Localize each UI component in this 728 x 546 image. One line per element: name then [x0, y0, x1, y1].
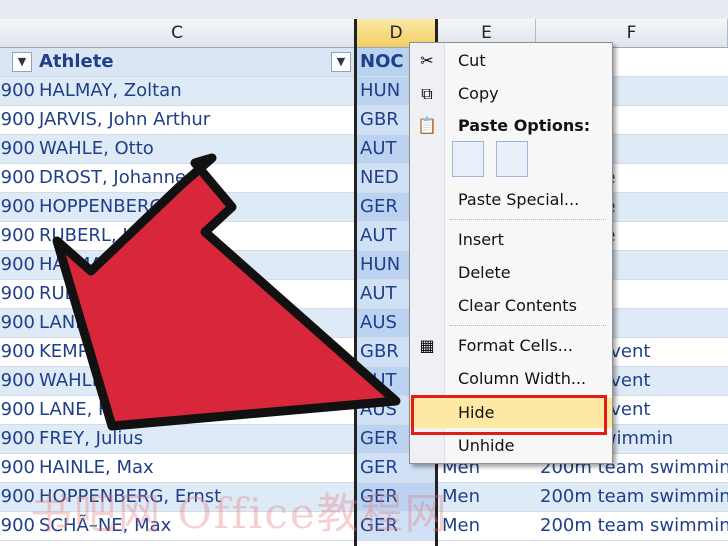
menu-item-column-width[interactable]: Column Width...: [410, 364, 612, 394]
cell-year[interactable]: 900: [0, 309, 35, 337]
toolbar-strip: [0, 0, 728, 20]
table-row: 900WAHLE, OttoAUTreestyle: [0, 135, 728, 164]
cell-athlete[interactable]: HALMAY, Zoltan: [35, 251, 355, 279]
cell-gender[interactable]: Men: [438, 512, 534, 540]
table-row: 900RUBERL, KarlAUTckstroke: [0, 222, 728, 251]
menu-item-label: Delete: [458, 263, 511, 282]
format-cells-icon: ▦: [419, 336, 435, 355]
menu-item-label: Column Width...: [458, 369, 587, 388]
table-row: 900HALMAY, ZoltanHUNeestyle: [0, 251, 728, 280]
table-row: 900DROST, JohannesNEDckstroke: [0, 164, 728, 193]
menu-item-label: Insert: [458, 230, 504, 249]
paste-values-icon[interactable]: [496, 141, 528, 177]
cell-athlete[interactable]: JARVIS, John Arthur: [35, 106, 355, 134]
cell-athlete[interactable]: WAHLE, Otto: [35, 367, 355, 395]
menu-item-label: Paste Special...: [458, 190, 580, 209]
menu-item-label: Unhide: [458, 436, 515, 455]
cell-event[interactable]: 200m team swimmin: [536, 483, 728, 511]
cell-year[interactable]: 900: [0, 106, 35, 134]
cell-year[interactable]: 900: [0, 251, 35, 279]
cell-year[interactable]: 900: [0, 367, 35, 395]
table-row: 900HOPPENBERG, ErnstGERckstroke: [0, 193, 728, 222]
table-header-row: ▼ Athlete ▼ NOC: [0, 48, 728, 77]
cell-event[interactable]: 200m team swimmin: [536, 512, 728, 540]
cell-athlete[interactable]: HALMAY, Zoltan: [35, 77, 355, 105]
menu-item-paste-special[interactable]: Paste Special...: [410, 185, 612, 215]
cell-year[interactable]: 900: [0, 454, 35, 482]
menu-item-clear-contents[interactable]: Clear Contents: [410, 291, 612, 321]
copy-icon: ⧉: [421, 84, 433, 103]
cell-year[interactable]: 900: [0, 164, 35, 192]
clipboard-icon: 📋: [417, 116, 437, 135]
header-cell-athlete[interactable]: Athlete: [35, 48, 355, 76]
cell-athlete[interactable]: HAINLE, Max: [35, 454, 355, 482]
menu-item-format-cells[interactable]: ▦ Format Cells...: [410, 331, 612, 361]
menu-item-delete[interactable]: Delete: [410, 258, 612, 288]
column-header-c[interactable]: C: [0, 19, 355, 47]
table-row: 900JARVIS, John ArthurGBRreestyle: [0, 106, 728, 135]
cell-year[interactable]: 900: [0, 193, 35, 221]
cell-athlete[interactable]: LANE, Frederick C.V.: [35, 396, 355, 424]
table-row: 900 HAINLE, Max GER Men 200m team swimmin: [0, 454, 728, 483]
filter-dropdown-icon[interactable]: ▼: [12, 52, 32, 72]
table-row: 900LANE, FrederickAUSeestyle: [0, 309, 728, 338]
menu-separator: [450, 219, 606, 220]
selected-column-border-left: [354, 19, 357, 546]
cell-athlete[interactable]: LANE, Frederick: [35, 309, 355, 337]
cell-athlete[interactable]: KEMP, Peter: [35, 338, 355, 366]
menu-item-label: Cut: [458, 51, 486, 70]
table-row: 900RUBERL, KarlAUTeestyle: [0, 280, 728, 309]
cell-athlete[interactable]: FREY, Julius: [35, 425, 355, 453]
menu-item-label: Paste Options:: [458, 116, 591, 135]
cell-year[interactable]: 900: [0, 338, 35, 366]
table-row: 900WAHLE, OttoAUTstacle event: [0, 367, 728, 396]
paste-formatting-icon[interactable]: [452, 141, 484, 177]
table-row: 900KEMP, PeterGBRstacle event: [0, 338, 728, 367]
scissors-icon: ✂: [420, 51, 434, 70]
menu-item-cut[interactable]: ✂ Cut: [410, 46, 612, 76]
menu-item-label: Clear Contents: [458, 296, 577, 315]
table-row: 900LANE, Frederick C.V.AUSstacle event: [0, 396, 728, 425]
spreadsheet: C D E F ▼ Athlete ▼ NOC 900 HALMAY, Zolta…: [0, 0, 728, 546]
filter-dropdown-icon[interactable]: ▼: [331, 52, 351, 72]
cell-year[interactable]: 900: [0, 280, 35, 308]
watermark-text: 书吧网 Office教程网: [30, 489, 449, 538]
cell-year[interactable]: 900: [0, 222, 35, 250]
table-row: 900FREY, JuliusGERteam swimmin: [0, 425, 728, 454]
cell-gender[interactable]: Men: [438, 483, 534, 511]
menu-item-copy[interactable]: ⧉ Copy: [410, 79, 612, 109]
cell-athlete[interactable]: RUBERL, Karl: [35, 222, 355, 250]
menu-item-unhide[interactable]: Unhide: [410, 431, 612, 461]
cell-athlete[interactable]: HOPPENBERG, Ernst: [35, 193, 355, 221]
cell-year[interactable]: 900: [0, 396, 35, 424]
table-row: 900HALMAY, ZoltanHUNreestyle: [0, 77, 728, 106]
menu-item-label: Format Cells...: [458, 336, 573, 355]
cell-year[interactable]: 900: [0, 425, 35, 453]
cell-year[interactable]: 900: [0, 135, 35, 163]
cell-athlete[interactable]: WAHLE, Otto: [35, 135, 355, 163]
menu-item-label: Copy: [458, 84, 499, 103]
menu-item-paste-options: 📋 Paste Options:: [410, 111, 612, 141]
column-headers: C D E F: [0, 19, 728, 48]
menu-item-insert[interactable]: Insert: [410, 225, 612, 255]
menu-separator: [450, 325, 606, 326]
cell-athlete[interactable]: RUBERL, Karl: [35, 280, 355, 308]
cell-year[interactable]: 900: [0, 77, 35, 105]
hide-highlight-box: [411, 395, 607, 435]
cell-athlete[interactable]: DROST, Johannes: [35, 164, 355, 192]
